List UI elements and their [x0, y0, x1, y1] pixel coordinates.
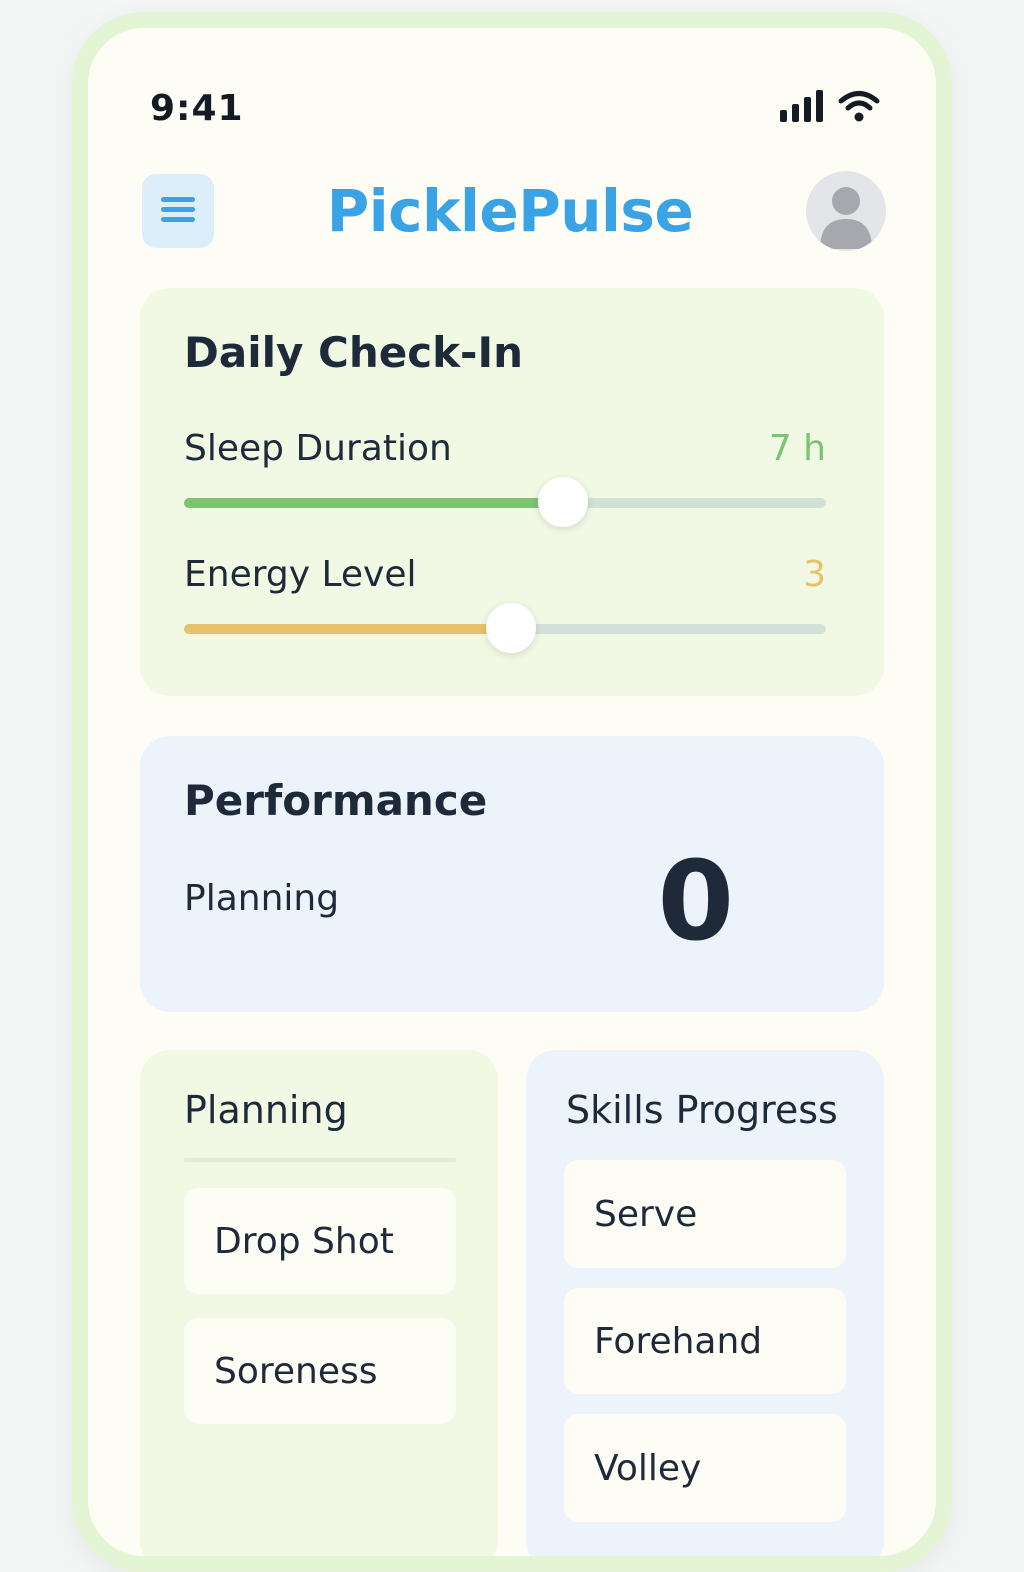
daily-checkin-card: Daily Check-In Sleep Duration 7 h Energy… [140, 288, 884, 696]
skill-item-serve[interactable]: Serve [564, 1160, 846, 1268]
menu-button[interactable] [142, 174, 214, 248]
performance-card[interactable]: Performance Planning 0 [140, 736, 884, 1012]
energy-level-slider[interactable] [184, 603, 826, 653]
performance-label: Planning [184, 878, 340, 919]
planning-divider [184, 1158, 456, 1162]
sleep-duration-fill [184, 498, 563, 508]
app-header: PicklePulse [142, 170, 886, 252]
status-icons [780, 90, 880, 126]
planning-title: Planning [184, 1088, 348, 1132]
status-time: 9:41 [150, 87, 244, 129]
planning-card: Planning Drop Shot Soreness [140, 1050, 498, 1556]
user-avatar-icon [806, 171, 886, 251]
skill-item-forehand[interactable]: Forehand [564, 1288, 846, 1394]
skills-progress-card: Skills Progress Serve Forehand Volley [526, 1050, 884, 1556]
sleep-duration-label: Sleep Duration [184, 428, 452, 469]
skill-item-volley[interactable]: Volley [564, 1414, 846, 1522]
sleep-duration-value: 7 h [768, 428, 826, 469]
status-bar: 9:41 [150, 86, 880, 130]
planning-item-soreness[interactable]: Soreness [184, 1318, 456, 1424]
energy-level-label: Energy Level [184, 554, 417, 595]
phone-frame: 9:41 PicklePulse Daily Check-In Sleep Du… [72, 12, 952, 1572]
energy-level-fill [184, 624, 512, 634]
menu-icon [161, 195, 195, 227]
planning-item-drop-shot[interactable]: Drop Shot [184, 1188, 456, 1294]
skills-progress-title: Skills Progress [566, 1088, 838, 1132]
energy-level-value: 3 [803, 554, 826, 595]
energy-level-handle[interactable] [486, 603, 537, 653]
wifi-icon [838, 90, 880, 126]
sleep-duration-slider[interactable] [184, 477, 826, 527]
performance-score: 0 [657, 837, 734, 965]
app-title: PicklePulse [326, 177, 694, 245]
user-avatar-button[interactable] [805, 171, 886, 251]
signal-icon [780, 90, 826, 126]
daily-checkin-title: Daily Check-In [184, 328, 523, 377]
performance-title: Performance [184, 776, 488, 825]
sleep-duration-handle[interactable] [537, 477, 588, 527]
